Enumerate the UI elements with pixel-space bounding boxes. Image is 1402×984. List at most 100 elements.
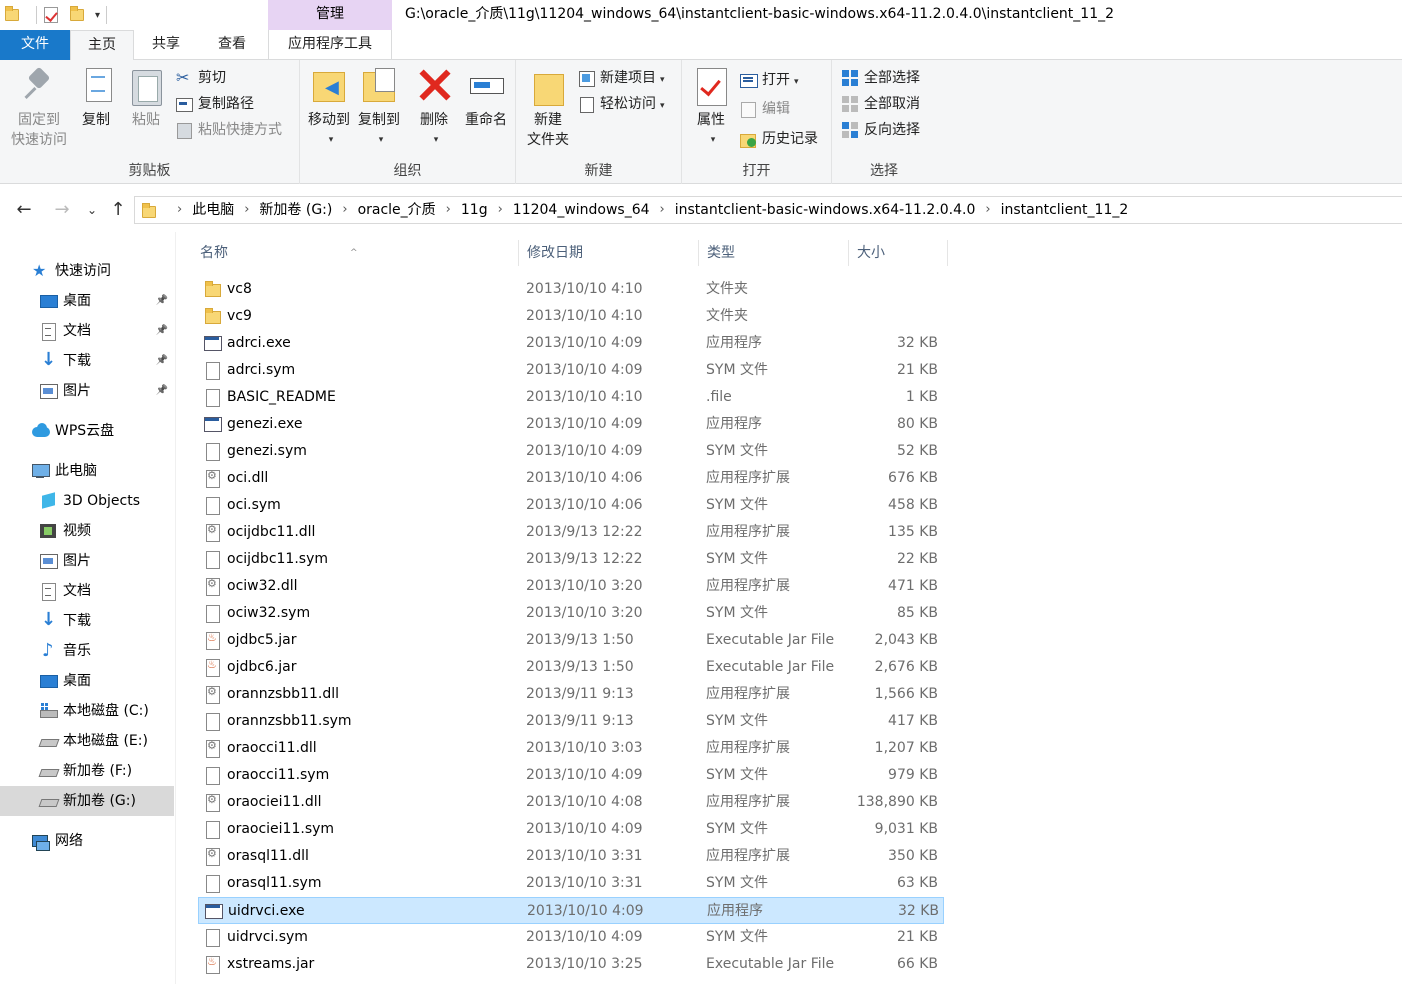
column-header-size[interactable]: 大小 (848, 240, 948, 266)
sidebar-item[interactable]: 3D Objects (0, 486, 174, 516)
sidebar-item[interactable]: 网络 (0, 826, 174, 856)
breadcrumb-chevron-icon[interactable]: › (979, 197, 996, 225)
sidebar-item[interactable]: 文档 📌 (0, 316, 174, 346)
copy-to-button[interactable]: 复制到 ▾ (354, 66, 404, 150)
file-row[interactable]: ocijdbc11.dll 2013/9/13 12:22 应用程序扩展 135 KB (198, 519, 944, 546)
tab-share[interactable]: 共享 (134, 30, 198, 60)
file-row[interactable]: orasql11.sym 2013/10/10 3:31 SYM 文件 63 KB (198, 870, 944, 897)
file-row[interactable]: uidrvci.exe 2013/10/10 4:09 应用程序 32 KB (198, 897, 944, 924)
select-none-button[interactable]: 全部取消 (842, 93, 920, 115)
column-header-date[interactable]: 修改日期 (518, 240, 698, 266)
paste-button[interactable]: 粘贴 (124, 66, 168, 130)
file-row[interactable]: uidrvci.sym 2013/10/10 4:09 SYM 文件 21 KB (198, 924, 944, 951)
file-size: 66 KB (896, 956, 938, 972)
customize-toolbar-chevron-icon[interactable]: ▾ (95, 10, 100, 21)
recent-locations-chevron-icon[interactable]: ⌄ (80, 198, 104, 222)
up-arrow-icon[interactable]: ↑ (106, 198, 130, 222)
easy-access-button[interactable]: 轻松访问 ▾ (578, 93, 665, 115)
breadcrumb-chevron-icon[interactable]: › (238, 197, 255, 225)
file-row[interactable]: oraocci11.sym 2013/10/10 4:09 SYM 文件 979 KB (198, 762, 944, 789)
sidebar-item[interactable]: 视频 (0, 516, 174, 546)
sidebar-item[interactable]: 下载 (0, 605, 174, 636)
tab-home[interactable]: 主页 (70, 30, 134, 61)
cut-button[interactable]: 剪切 (176, 67, 226, 89)
file-row[interactable]: oraociei11.sym 2013/10/10 4:09 SYM 文件 9,031… (198, 816, 944, 843)
breadcrumb-item[interactable]: oracle_介质 (354, 197, 440, 225)
sidebar-item[interactable]: 新加卷 (F:) (0, 756, 174, 786)
history-button[interactable]: 历史记录 (740, 128, 818, 150)
forward-arrow-icon[interactable]: → (50, 198, 74, 222)
file-row[interactable]: xstreams.jar 2013/10/10 3:25 Executable Ja… (198, 951, 944, 978)
file-row[interactable]: ocijdbc11.sym 2013/9/13 12:22 SYM 文件 22 KB (198, 546, 944, 573)
copy-button[interactable]: 复制 (74, 66, 118, 130)
tab-application-tools[interactable]: 应用程序工具 (268, 30, 392, 60)
select-all-button[interactable]: 全部选择 (842, 67, 920, 89)
breadcrumb-item[interactable]: instantclient-basic-windows.x64-11.2.0.4… (671, 197, 980, 225)
file-row[interactable]: orannzsbb11.dll 2013/9/11 9:13 应用程序扩展 1,566… (198, 681, 944, 708)
sidebar-item[interactable]: 图片 📌 (0, 376, 174, 406)
download-icon (40, 345, 56, 375)
file-row[interactable]: oraocci11.dll 2013/10/10 3:03 应用程序扩展 1,207 … (198, 735, 944, 762)
sidebar-item[interactable]: 快速访问 (0, 256, 174, 286)
pin-to-quick-access-button[interactable]: 固定到 快速访问 (6, 66, 72, 150)
breadcrumb-chevron-icon[interactable]: › (492, 197, 509, 225)
copy-path-button[interactable]: 复制路径 (176, 93, 254, 115)
invert-selection-button[interactable]: 反向选择 (842, 119, 920, 141)
column-header-type[interactable]: 类型 (698, 240, 848, 266)
back-arrow-icon[interactable]: ← (12, 198, 36, 222)
open-icon (740, 72, 758, 88)
rename-button[interactable]: 重命名 (460, 66, 512, 130)
breadcrumb-item[interactable]: 新加卷 (G:) (255, 197, 336, 225)
file-row[interactable]: oci.sym 2013/10/10 4:06 SYM 文件 458 KB (198, 492, 944, 519)
new-folder-icon[interactable] (69, 6, 87, 24)
properties-button[interactable]: 属性 ▾ (688, 66, 734, 150)
breadcrumb-item[interactable]: 11g (457, 197, 492, 225)
sidebar-item[interactable]: 桌面 (0, 666, 174, 696)
move-to-button[interactable]: 移动到 ▾ (304, 66, 354, 150)
file-row[interactable]: ociw32.dll 2013/10/10 3:20 应用程序扩展 471 KB (198, 573, 944, 600)
tab-view[interactable]: 查看 (198, 30, 266, 60)
file-row[interactable]: adrci.exe 2013/10/10 4:09 应用程序 32 KB (198, 330, 944, 357)
file-row[interactable]: genezi.exe 2013/10/10 4:09 应用程序 80 KB (198, 411, 944, 438)
breadcrumb-chevron-icon[interactable]: › (654, 197, 671, 225)
breadcrumb-chevron-icon[interactable]: › (440, 197, 457, 225)
sidebar-item[interactable]: 文档 (0, 576, 174, 606)
file-row[interactable]: BASIC_README 2013/10/10 4:10 .file 1 KB (198, 384, 944, 411)
file-row[interactable]: oraociei11.dll 2013/10/10 4:08 应用程序扩展 138,8… (198, 789, 944, 816)
breadcrumb-item[interactable]: 11204_windows_64 (509, 197, 654, 225)
file-row[interactable]: ojdbc5.jar 2013/9/13 1:50 Executable Jar F… (198, 627, 944, 654)
sidebar-item[interactable]: WPS云盘 (0, 416, 174, 446)
sidebar-item[interactable]: 本地磁盘 (C:) (0, 696, 174, 726)
file-row[interactable]: orasql11.dll 2013/10/10 3:31 应用程序扩展 350 KB (198, 843, 944, 870)
file-row[interactable]: ojdbc6.jar 2013/9/13 1:50 Executable Jar F… (198, 654, 944, 681)
sidebar-item[interactable]: 本地磁盘 (E:) (0, 726, 174, 756)
tab-file[interactable]: 文件 (0, 30, 70, 60)
paste-shortcut-button[interactable]: 粘贴快捷方式 (176, 119, 282, 141)
file-row[interactable]: adrci.sym 2013/10/10 4:09 SYM 文件 21 KB (198, 357, 944, 384)
sidebar-item[interactable]: 音乐 (0, 636, 174, 666)
sidebar-item[interactable]: 此电脑 (0, 456, 174, 486)
breadcrumb-item[interactable]: instantclient_11_2 (997, 197, 1133, 225)
breadcrumb-item[interactable]: 此电脑 (188, 197, 238, 225)
sidebar-item[interactable]: 下载 📌 (0, 345, 174, 376)
open-button[interactable]: 打开 ▾ (740, 69, 799, 91)
sidebar-item[interactable]: 新加卷 (G:) (0, 786, 174, 816)
file-row[interactable]: orannzsbb11.sym 2013/9/11 9:13 SYM 文件 417 K… (198, 708, 944, 735)
sidebar-item[interactable]: 桌面 📌 (0, 286, 174, 316)
file-row[interactable]: ociw32.sym 2013/10/10 3:20 SYM 文件 85 KB (198, 600, 944, 627)
file-row[interactable]: genezi.sym 2013/10/10 4:09 SYM 文件 52 KB (198, 438, 944, 465)
address-bar[interactable]: › 此电脑 › 新加卷 (G:) › oracle_介质 › 11g › 11204_window… (134, 196, 1402, 224)
breadcrumb-chevron-icon[interactable]: › (336, 197, 353, 225)
delete-button[interactable]: 删除 ▾ (414, 66, 454, 150)
new-item-button[interactable]: 新建项目 ▾ (578, 67, 665, 89)
column-header-name[interactable]: 名称 ^ (178, 240, 518, 266)
file-row[interactable]: vc8 2013/10/10 4:10 文件夹 (198, 276, 944, 303)
breadcrumb-chevron-icon[interactable]: › (171, 197, 188, 225)
edit-button[interactable]: 编辑 (740, 98, 790, 120)
manage-contextual-tab[interactable]: 管理 (268, 0, 392, 30)
file-row[interactable]: vc9 2013/10/10 4:10 文件夹 (198, 303, 944, 330)
file-row[interactable]: oci.dll 2013/10/10 4:06 应用程序扩展 676 KB (198, 465, 944, 492)
properties-check-icon[interactable] (43, 6, 61, 24)
new-folder-button[interactable]: 新建 文件夹 (520, 66, 576, 150)
sidebar-item[interactable]: 图片 (0, 546, 174, 576)
